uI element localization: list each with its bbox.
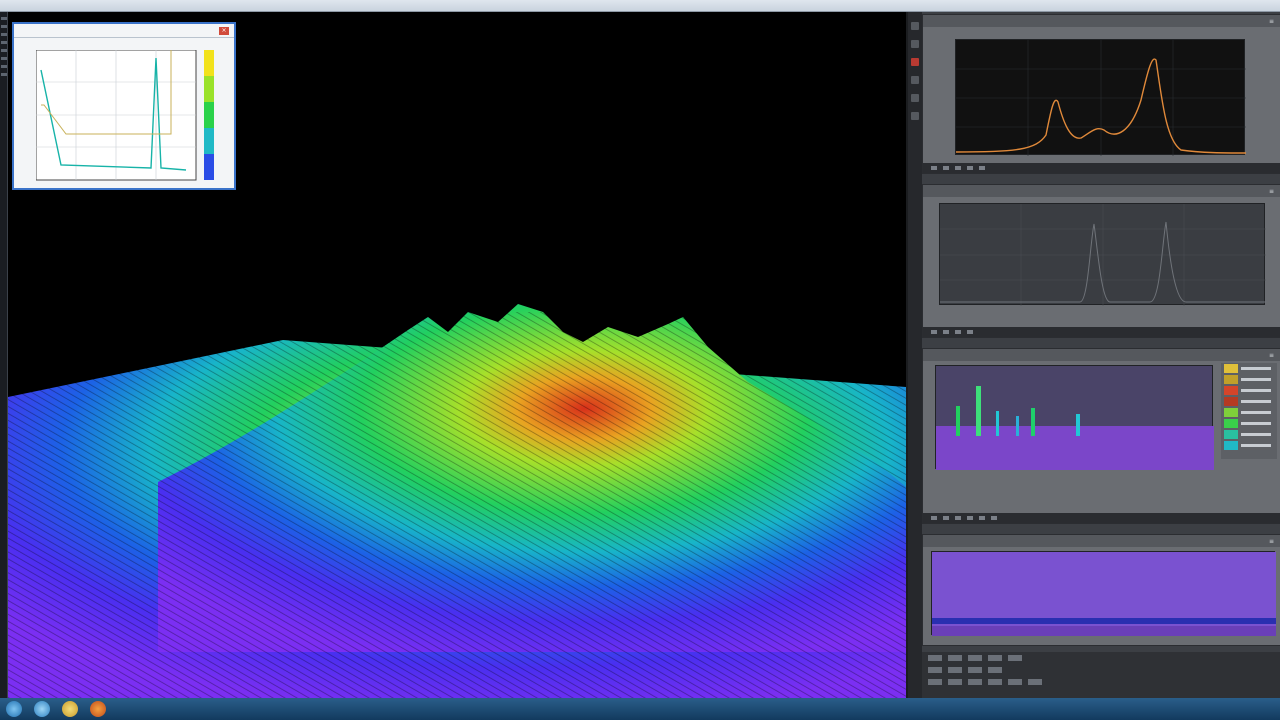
close-icon[interactable]: ×	[219, 26, 229, 35]
folder-icon[interactable]	[62, 701, 78, 717]
inset-plot	[36, 50, 214, 181]
tool-icon[interactable]	[911, 94, 919, 102]
right-panel: ≡ ≡ ≡ ≡	[906, 12, 1280, 698]
layers-bars	[936, 386, 1214, 470]
media-player-icon[interactable]	[90, 701, 106, 717]
right-panel-toolstrip	[908, 12, 922, 698]
overview-panel-header: ≡	[923, 185, 1280, 197]
tool-icon[interactable]	[911, 76, 919, 84]
panel-menu-icon[interactable]: ≡	[1269, 352, 1275, 359]
tool-icon[interactable]	[1, 25, 7, 28]
app-window: × ≡ ≡ ≡ ≡	[0, 0, 1280, 720]
layers-plot[interactable]	[935, 365, 1214, 470]
timeline-panel[interactable]: ≡	[922, 534, 1280, 646]
tool-icon[interactable]	[1, 33, 7, 36]
timeline-panel-header: ≡	[923, 535, 1280, 547]
taskbar	[0, 698, 1280, 720]
timeline-bands	[932, 552, 1276, 636]
spectrum-panel-footer	[923, 163, 1280, 173]
inset-title-bar[interactable]: ×	[14, 24, 234, 38]
mesh-overlay	[8, 312, 906, 698]
panel-menu-icon[interactable]: ≡	[1269, 538, 1275, 545]
windows-orb-icon[interactable]	[6, 701, 22, 717]
spectrum-panel-header: ≡	[923, 15, 1280, 27]
tool-icon[interactable]	[1, 57, 7, 60]
tool-icon[interactable]	[911, 22, 919, 30]
layers-legend	[1221, 363, 1277, 459]
menu-bar	[0, 0, 1280, 12]
layers-panel[interactable]: ≡	[922, 348, 1280, 524]
tool-icon[interactable]	[911, 40, 919, 48]
spectrum-plot[interactable]	[955, 39, 1247, 156]
overview-curve	[940, 204, 1266, 306]
inset-chart-window[interactable]: ×	[12, 22, 236, 190]
tool-icon[interactable]	[1, 73, 7, 76]
overview-panel-footer	[923, 327, 1280, 337]
overview-plot[interactable]	[939, 203, 1266, 306]
timeline-plot[interactable]	[931, 551, 1276, 636]
tool-icon[interactable]	[1, 49, 7, 52]
tool-icon[interactable]	[1, 65, 7, 68]
layers-panel-header: ≡	[923, 349, 1280, 361]
tool-icon[interactable]	[1, 17, 7, 20]
tool-icon[interactable]	[911, 112, 919, 120]
overview-panel[interactable]: ≡	[922, 184, 1280, 338]
status-area	[922, 652, 1280, 698]
layers-panel-footer	[923, 513, 1280, 523]
panel-menu-icon[interactable]: ≡	[1269, 18, 1275, 25]
panel-menu-icon[interactable]: ≡	[1269, 188, 1275, 195]
spectrum-curve	[955, 40, 1247, 156]
browser-icon[interactable]	[34, 701, 50, 717]
left-toolbar	[0, 12, 8, 700]
tool-icon[interactable]	[1, 41, 7, 44]
record-icon[interactable]	[911, 58, 919, 66]
spectrum-panel[interactable]: ≡	[922, 14, 1280, 174]
